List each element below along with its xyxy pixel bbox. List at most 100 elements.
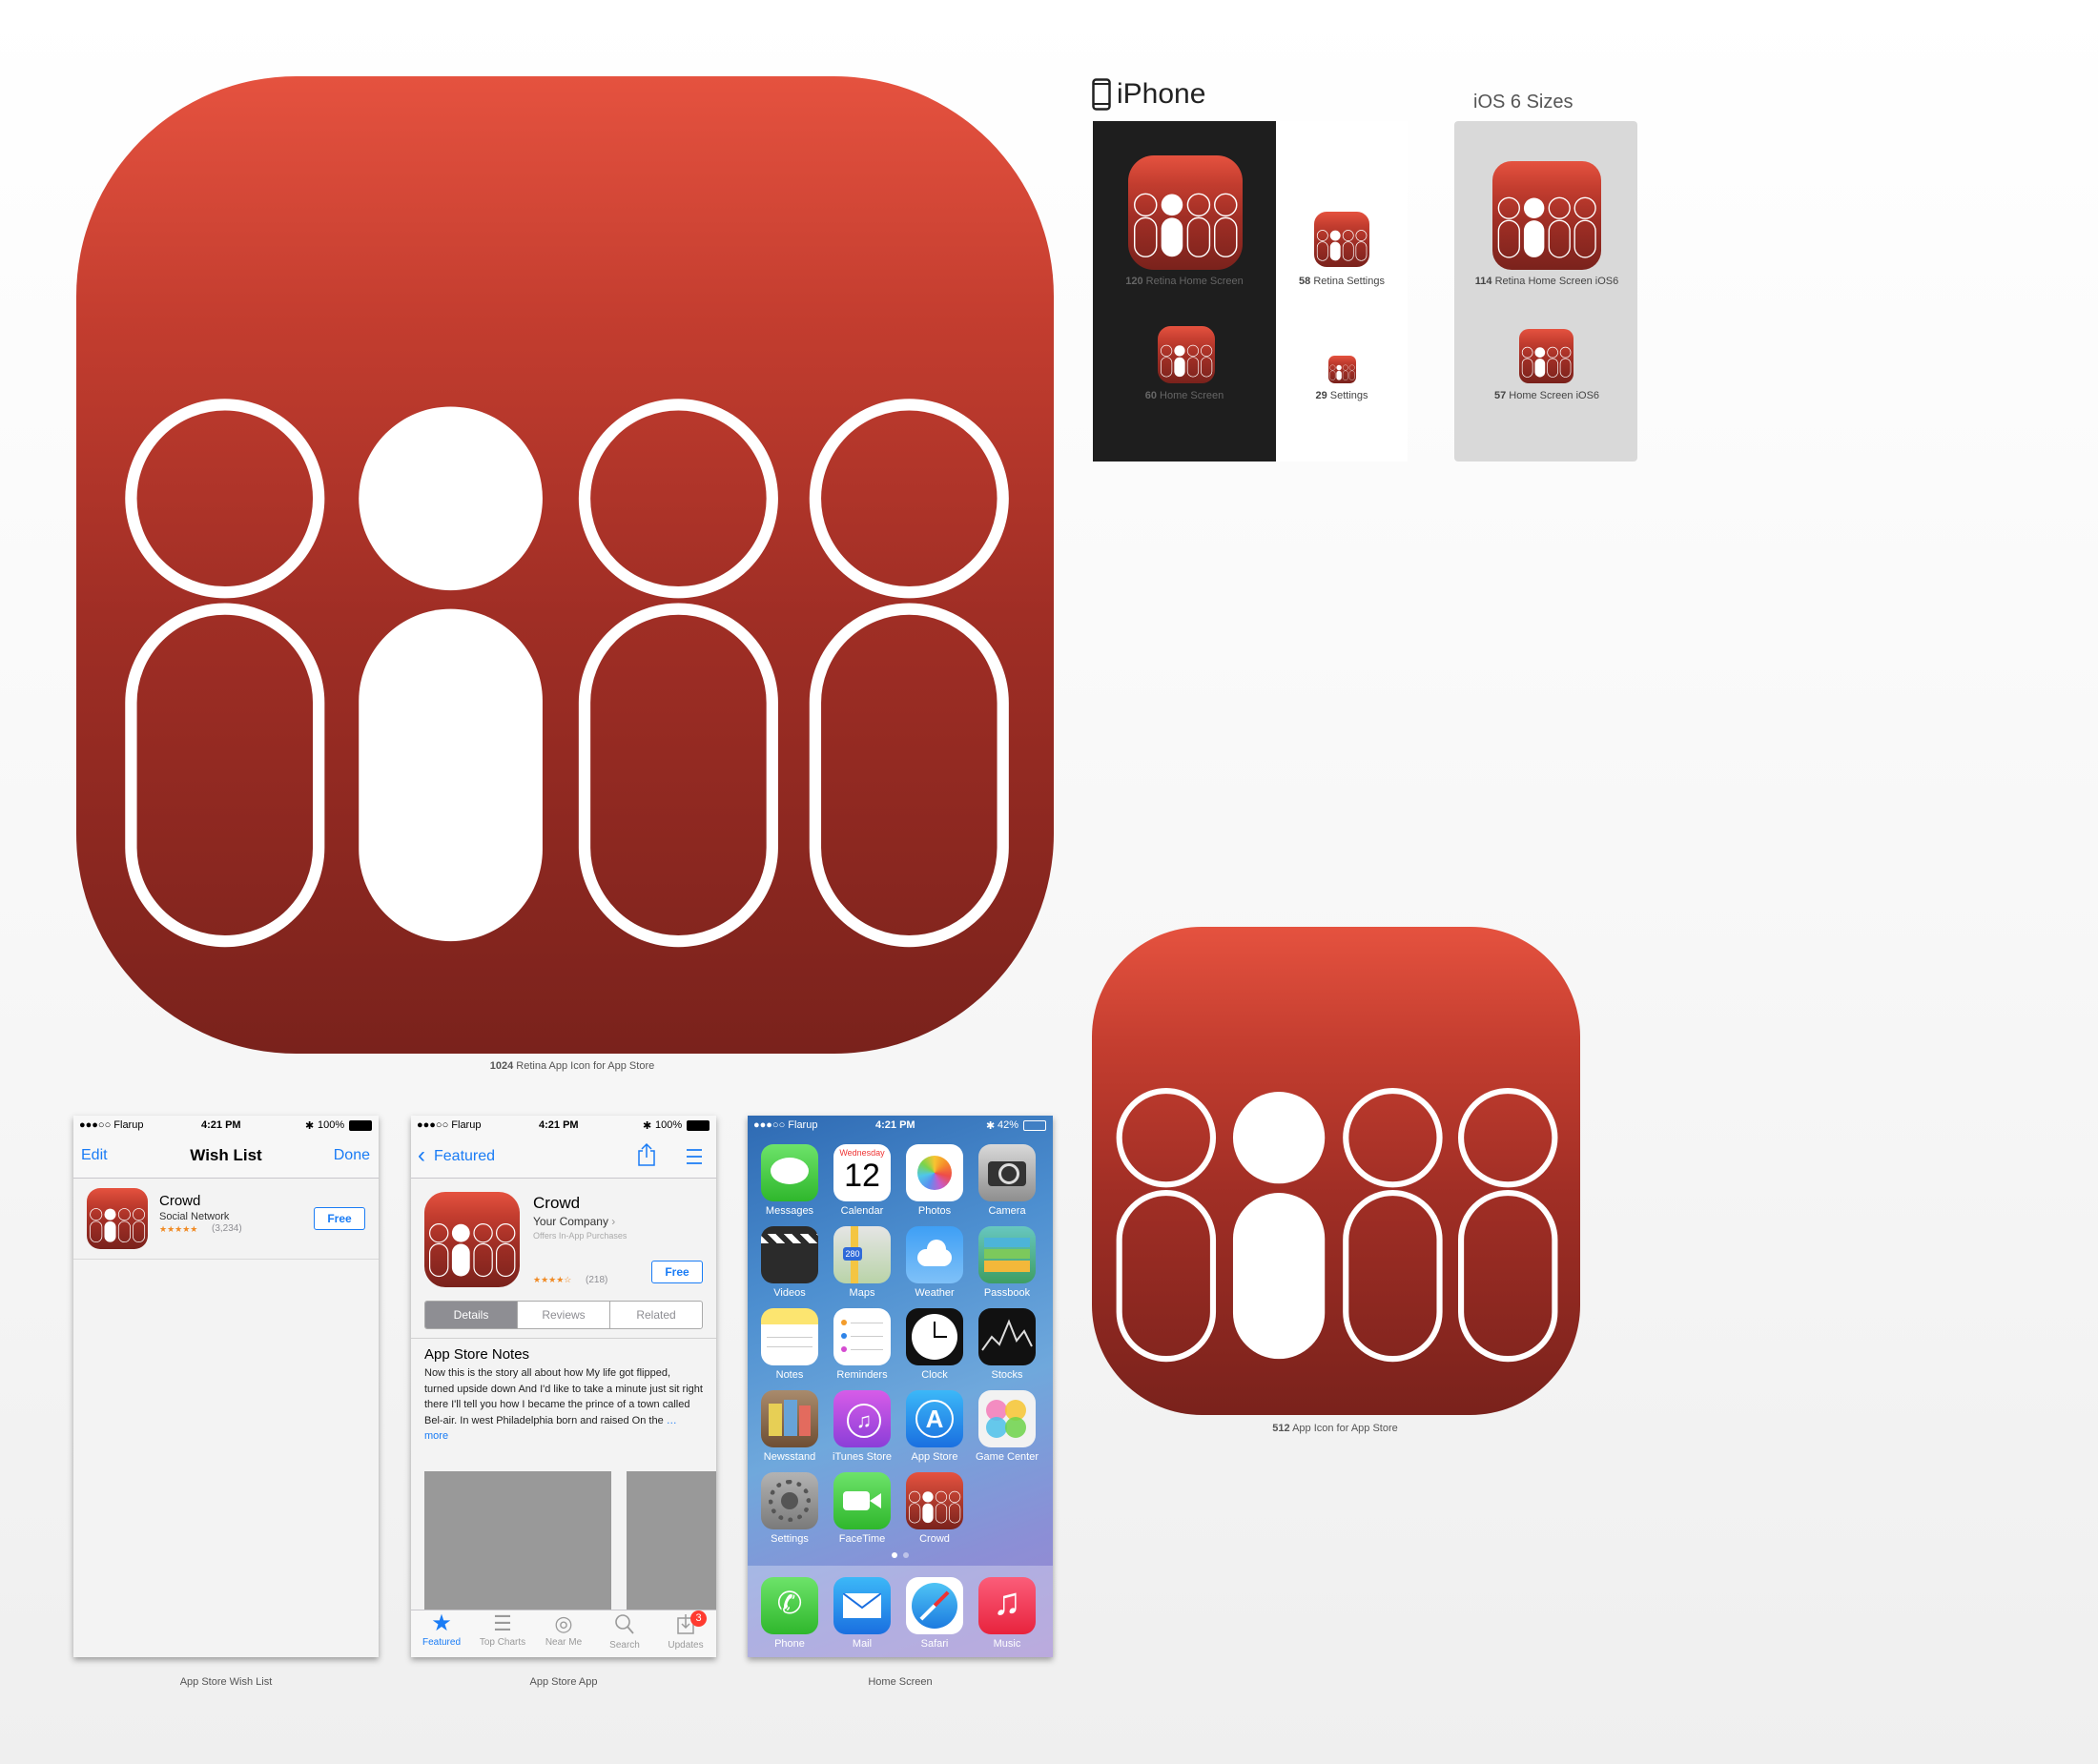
app-name: Crowd <box>533 1194 581 1212</box>
home-app-notes[interactable]: Notes <box>761 1308 818 1381</box>
weather-cloud-icon <box>906 1226 963 1283</box>
segment-details[interactable]: Details <box>425 1302 518 1328</box>
tab-near-me[interactable]: ◎ Near Me <box>533 1610 594 1657</box>
home-app-mail[interactable]: Mail <box>833 1577 891 1650</box>
newsstand-icon <box>761 1390 818 1447</box>
app-icon-512 <box>1092 927 1580 1415</box>
label-114: 114 Retina Home Screen iOS6 <box>1474 276 1619 287</box>
rating-count: (218) <box>586 1275 608 1285</box>
battery-icon <box>349 1120 372 1131</box>
tab-top-charts[interactable]: ☰ Top Charts <box>472 1610 533 1657</box>
photos-icon <box>906 1144 963 1201</box>
free-button[interactable]: Free <box>651 1261 703 1283</box>
home-app-label: Crowd <box>919 1533 950 1545</box>
back-chevron-icon[interactable]: ‹ <box>418 1142 425 1169</box>
crowd-people-glyph <box>1133 193 1238 257</box>
crowd-people-glyph <box>1116 1087 1558 1363</box>
company-link[interactable]: Your Company › <box>533 1215 615 1228</box>
home-app-crowd[interactable]: Crowd <box>906 1472 963 1545</box>
home-app-label: Clock <box>921 1369 948 1381</box>
done-button[interactable]: Done <box>334 1147 370 1164</box>
tab-featured[interactable]: ★ Featured <box>411 1610 472 1657</box>
tab-search[interactable]: Search <box>594 1610 655 1657</box>
iphone-light-panel <box>1276 121 1408 462</box>
segment-reviews[interactable]: Reviews <box>518 1302 610 1328</box>
reminders-icon <box>833 1308 891 1365</box>
home-app-label: iTunes Store <box>833 1451 892 1463</box>
notes-text: Now this is the story all about how My l… <box>424 1367 703 1442</box>
row-stars: ★★★★★ <box>159 1224 198 1234</box>
home-app-app-store[interactable]: A App Store <box>906 1390 963 1463</box>
crowd-app-icon <box>906 1472 963 1529</box>
home-app-safari[interactable]: Safari <box>906 1577 963 1650</box>
row-rating-count: (3,234) <box>212 1223 242 1234</box>
page-dot-active[interactable] <box>892 1552 897 1558</box>
home-app-stocks[interactable]: Stocks <box>978 1308 1036 1381</box>
app-detail-icon <box>424 1192 520 1287</box>
home-app-label: Music <box>993 1638 1021 1650</box>
segment-related[interactable]: Related <box>610 1302 702 1328</box>
home-app-label: App Store <box>911 1451 958 1463</box>
home-app-clock[interactable]: Clock <box>906 1308 963 1381</box>
nav-bar: Edit Wish List Done <box>73 1135 379 1179</box>
music-note-icon: ♫ <box>978 1577 1036 1634</box>
nav-bar: ‹ Featured <box>411 1135 716 1179</box>
compass-icon: ◎ <box>554 1611 573 1635</box>
home-app-music[interactable]: ♫ Music <box>978 1577 1036 1650</box>
label-29: 29 Settings <box>1315 390 1368 401</box>
home-app-facetime[interactable]: FaceTime <box>833 1472 891 1545</box>
caption-app-store-app: App Store App <box>529 1676 598 1688</box>
messages-icon <box>761 1144 818 1201</box>
label-57: 57 Home Screen iOS6 <box>1493 390 1600 401</box>
home-app-label: Phone <box>774 1638 805 1650</box>
mail-envelope-icon <box>833 1577 891 1634</box>
home-app-videos[interactable]: Videos <box>761 1226 818 1299</box>
back-button[interactable]: Featured <box>434 1148 495 1165</box>
row-category: Social Network <box>159 1211 230 1222</box>
maps-icon: 280 <box>833 1226 891 1283</box>
share-icon[interactable] <box>636 1142 657 1167</box>
caption-home-screen: Home Screen <box>868 1676 933 1688</box>
icon-58 <box>1314 212 1369 267</box>
home-app-itunes-store[interactable]: ♫ iTunes Store <box>833 1390 892 1463</box>
crowd-people-glyph <box>1329 364 1355 380</box>
home-app-weather[interactable]: Weather <box>906 1226 963 1299</box>
calendar-date: 12 <box>844 1158 880 1194</box>
home-app-newsstand[interactable]: Newsstand <box>761 1390 818 1463</box>
star-icon: ★ <box>431 1610 452 1636</box>
iphone-title: iPhone <box>1117 78 1206 110</box>
home-screen-phone: ●●●○○ Flarup 4:21 PM ✱ 42% Messages Wedne… <box>748 1116 1053 1657</box>
battery-icon <box>1023 1120 1046 1131</box>
divider <box>411 1338 716 1339</box>
ios6-title: iOS 6 Sizes <box>1473 92 1574 113</box>
page-dot[interactable] <box>903 1552 909 1558</box>
wish-list-row[interactable]: Crowd Social Network ★★★★★ (3,234) Free <box>73 1179 379 1260</box>
home-app-photos[interactable]: Photos <box>906 1144 963 1217</box>
label-120: 120 Retina Home Screen <box>1125 276 1244 287</box>
status-bar: ●●●○○ Flarup 4:21 PM ✱ 100% <box>73 1116 379 1135</box>
home-app-game-center[interactable]: Game Center <box>976 1390 1039 1463</box>
home-app-reminders[interactable]: Reminders <box>833 1308 891 1381</box>
list-icon[interactable] <box>685 1148 704 1165</box>
home-app-settings[interactable]: Settings <box>761 1472 818 1545</box>
free-button[interactable]: Free <box>314 1207 365 1230</box>
tab-updates[interactable]: Updates 3 <box>655 1610 716 1657</box>
home-app-label: Newsstand <box>763 1451 816 1463</box>
iphone-icon <box>1092 78 1111 111</box>
label-60: 60 Home Screen <box>1144 390 1224 401</box>
phone-icon: ✆ <box>761 1577 818 1634</box>
icon-60 <box>1158 326 1215 383</box>
facetime-camera-icon <box>833 1472 891 1529</box>
search-icon <box>615 1614 634 1634</box>
home-app-messages[interactable]: Messages <box>761 1144 818 1217</box>
home-app-camera[interactable]: Camera <box>978 1144 1036 1217</box>
home-app-label: Safari <box>920 1638 949 1650</box>
home-app-calendar[interactable]: Wednesday 12 Calendar <box>833 1144 891 1217</box>
stars: ★★★★☆ <box>533 1275 572 1284</box>
crowd-people-glyph <box>90 1208 146 1243</box>
home-app-passbook[interactable]: Passbook <box>978 1226 1036 1299</box>
caption-512: 512 App Icon for App Store <box>1272 1423 1398 1434</box>
home-app-phone[interactable]: ✆ Phone <box>761 1577 818 1650</box>
tab-bar: ★ Featured ☰ Top Charts ◎ Near Me Search… <box>411 1610 716 1657</box>
home-app-maps[interactable]: 280 Maps <box>833 1226 891 1299</box>
